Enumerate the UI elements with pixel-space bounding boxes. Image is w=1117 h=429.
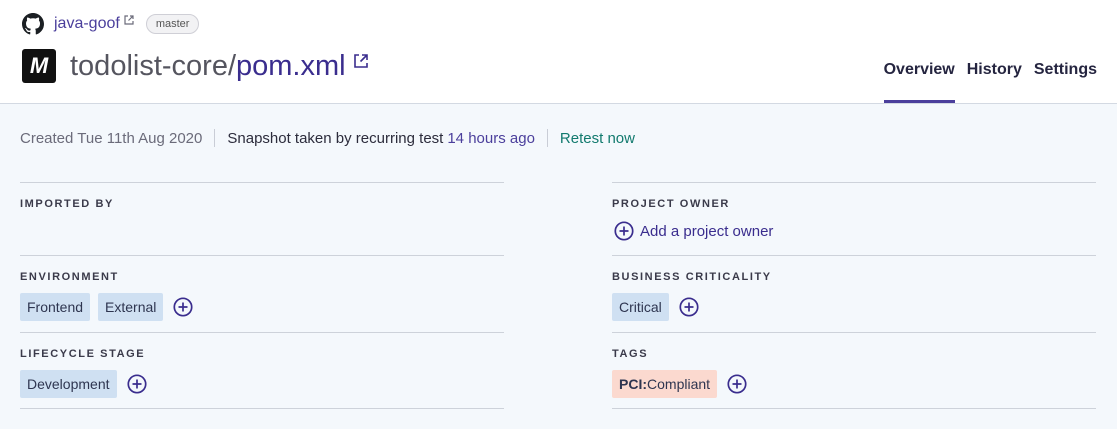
tags-label: TAGS: [612, 348, 649, 360]
project-header: java-goof master M todolist-core/pom.xml…: [0, 0, 1117, 104]
tab-overview[interactable]: Overview: [883, 58, 955, 103]
maven-icon: M: [22, 49, 56, 83]
org-line: java-goof master: [22, 12, 200, 36]
org-link[interactable]: java-goof: [54, 15, 120, 33]
business-criticality-section: BUSINESS CRITICALITY Critical: [612, 255, 1096, 332]
add-criticality-button[interactable]: [679, 297, 699, 317]
page-title: M todolist-core/pom.xml: [22, 46, 369, 86]
environment-label: ENVIRONMENT: [20, 271, 119, 283]
add-tag-button[interactable]: [727, 374, 747, 394]
environment-section: ENVIRONMENT Frontend External: [20, 255, 504, 332]
external-link-icon[interactable]: [353, 53, 369, 69]
imported-by-section: IMPORTED BY: [20, 182, 504, 255]
add-project-owner-label[interactable]: Add a project owner: [640, 223, 773, 240]
tab-history[interactable]: History: [967, 58, 1022, 102]
add-project-owner-button[interactable]: Add a project owner: [612, 221, 1096, 241]
attributes-left-column: IMPORTED BY ENVIRONMENT Frontend Externa…: [20, 182, 504, 409]
add-lifecycle-button[interactable]: [126, 374, 147, 394]
project-name: todolist-core/: [70, 49, 237, 82]
project-owner-label: PROJECT OWNER: [612, 198, 730, 210]
tag-value: Compliant: [647, 376, 711, 392]
attributes-right-column: PROJECT OWNER Add a project owner BUSINE…: [612, 182, 1096, 409]
snapshot-time-link[interactable]: 14 hours ago: [447, 130, 535, 147]
lifecycle-label: LIFECYCLE STAGE: [20, 348, 146, 360]
external-link-icon[interactable]: [124, 15, 134, 25]
project-title: todolist-core/pom.xml: [70, 50, 346, 83]
branch-badge: master: [145, 14, 200, 34]
criticality-chip[interactable]: Critical: [612, 293, 669, 321]
retest-button[interactable]: Retest now: [560, 130, 635, 147]
environment-chip[interactable]: External: [98, 293, 164, 321]
github-icon: [22, 13, 44, 35]
tags-section: TAGS PCI:Compliant: [612, 332, 1096, 409]
lifecycle-section: LIFECYCLE STAGE Development: [20, 332, 504, 409]
created-date: Created Tue 11th Aug 2020: [20, 129, 203, 147]
tag-chip[interactable]: PCI:Compliant: [612, 370, 718, 398]
imported-by-label: IMPORTED BY: [20, 198, 114, 210]
business-criticality-label: BUSINESS CRITICALITY: [612, 271, 772, 283]
snapshot-meta: Created Tue 11th Aug 2020 Snapshot taken…: [20, 127, 635, 149]
lifecycle-chip[interactable]: Development: [20, 370, 117, 398]
snapshot-text: Snapshot taken by recurring test: [227, 129, 444, 147]
divider: [546, 129, 548, 147]
add-circle-icon: [614, 221, 634, 241]
project-owner-section: PROJECT OWNER Add a project owner: [612, 182, 1096, 255]
divider: [214, 129, 216, 147]
file-name[interactable]: pom.xml: [236, 50, 346, 82]
add-environment-button[interactable]: [173, 297, 193, 317]
environment-chip[interactable]: Frontend: [20, 293, 91, 321]
tab-settings[interactable]: Settings: [1034, 58, 1097, 102]
tag-key: PCI: [619, 376, 643, 392]
project-tabs: Overview History Settings: [872, 58, 1097, 103]
